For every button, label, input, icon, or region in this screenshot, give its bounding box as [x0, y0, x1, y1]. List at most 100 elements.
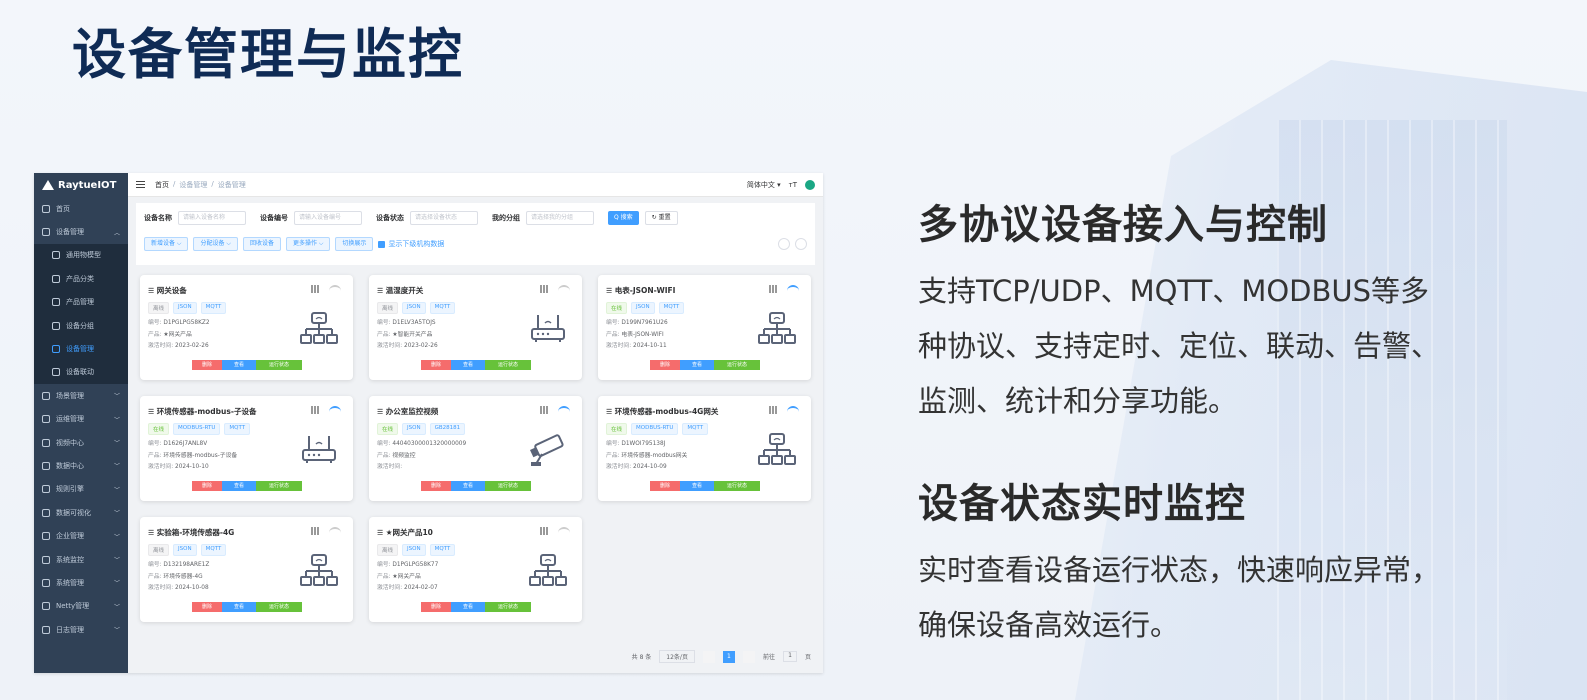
list-icon [52, 345, 60, 354]
view-button[interactable]: 查看 [222, 602, 256, 612]
view-button[interactable]: 查看 [222, 360, 256, 370]
sidebar-item[interactable]: 设备分组 [34, 314, 128, 337]
delete-button[interactable]: 删除 [421, 481, 451, 491]
device-card[interactable]: 电表-JSON-WIFI 在线JSONMQTT 编号: D199N7961U26… [598, 275, 811, 380]
delete-button[interactable]: 删除 [192, 481, 222, 491]
sidebar-item[interactable]: 运维管理 ﹀ [34, 408, 128, 431]
language-select[interactable]: 简体中文 ▾ [747, 180, 781, 190]
font-size-icon[interactable]: ᴛT [789, 181, 797, 189]
prev-page-button[interactable] [702, 650, 715, 663]
view-button[interactable]: 查看 [222, 481, 256, 491]
qrcode-icon[interactable] [540, 285, 548, 293]
device-card[interactable]: ★网关产品10 离线JSONMQTT 编号: D1PGLPG58K77 产品: … [369, 517, 582, 622]
delete-button[interactable]: 删除 [421, 602, 451, 612]
run-status-button[interactable]: 运行状态 [256, 481, 302, 491]
next-page-button[interactable] [742, 650, 755, 663]
sidebar-item[interactable]: 规则引擎 ﹀ [34, 478, 128, 501]
qrcode-icon[interactable] [540, 406, 548, 414]
run-status-button[interactable]: 运行状态 [485, 481, 531, 491]
model-icon [52, 251, 60, 260]
sidebar-item[interactable]: 系统管理 ﹀ [34, 571, 128, 594]
assign-device-button[interactable]: 分配设备 ⌵ [193, 237, 238, 251]
view-button[interactable]: 查看 [451, 481, 485, 491]
current-page[interactable]: 1 [722, 650, 735, 663]
qrcode-icon[interactable] [769, 406, 777, 414]
device-card[interactable]: 环境传感器-modbus-子设备 在线MODBUS-RTUMQTT 编号: D1… [140, 396, 353, 501]
search-toggle-icon[interactable] [778, 238, 790, 250]
device-serial-input[interactable]: 请输入设备编号 [294, 211, 362, 225]
sidebar-item[interactable]: 企业管理 ﹀ [34, 524, 128, 547]
breadcrumb-item[interactable]: 首页 [155, 180, 169, 190]
device-card[interactable]: 温湿度开关 离线JSONMQTT 编号: D1ELV3A5TOJS 产品: ★智… [369, 275, 582, 380]
device-activated: 2024-10-10 [175, 464, 209, 470]
sidebar-item[interactable]: 产品管理 [34, 291, 128, 314]
show-sub-org-checkbox[interactable]: 显示下级机构数据 [378, 239, 444, 249]
reset-button[interactable]: ↻ 重置 [644, 211, 678, 225]
sidebar-item[interactable]: 设备联动 [34, 361, 128, 384]
sidebar-item[interactable]: 通用物模型 [34, 244, 128, 267]
toggle-view-button[interactable]: 切换展示 [335, 237, 374, 251]
sidebar-item[interactable]: 视频中心 ﹀ [34, 431, 128, 454]
delete-button[interactable]: 删除 [650, 481, 680, 491]
qrcode-icon[interactable] [311, 406, 319, 414]
device-card[interactable]: 环境传感器-modbus-4G网关 在线MODBUS-RTUMQTT 编号: D… [598, 396, 811, 501]
sidebar-item-label: 产品管理 [66, 298, 94, 307]
device-product: ★网关产品 [163, 331, 192, 338]
run-status-button[interactable]: 运行状态 [256, 602, 302, 612]
view-button[interactable]: 查看 [680, 481, 714, 491]
device-card[interactable]: 办公室监控视频 在线JSONGB28181 编号: 44040300001320… [369, 396, 582, 501]
more-actions-button[interactable]: 更多操作 ⌵ [285, 237, 331, 251]
avatar[interactable] [805, 179, 815, 190]
device-actions: 删除 查看 运行状态 [192, 360, 302, 370]
product-icon [52, 298, 60, 307]
delete-button[interactable]: 删除 [192, 360, 222, 370]
hamburger-icon[interactable] [136, 181, 145, 188]
wifi-signal-icon [787, 406, 799, 414]
refresh-icon[interactable] [795, 238, 807, 250]
run-status-button[interactable]: 运行状态 [485, 360, 531, 370]
gateway-illustration-icon [757, 432, 797, 468]
run-status-button[interactable]: 运行状态 [256, 360, 302, 370]
device-tag: MQTT [224, 423, 251, 435]
page-size-select[interactable]: 12条/页 [659, 650, 695, 663]
device-actions: 删除 查看 运行状态 [192, 602, 302, 612]
delete-button[interactable]: 删除 [650, 360, 680, 370]
delete-button[interactable]: 删除 [192, 602, 222, 612]
recycle-device-button[interactable]: 回收设备 [242, 237, 281, 251]
sidebar-item[interactable]: 系统监控 ﹀ [34, 548, 128, 571]
qrcode-icon[interactable] [311, 285, 319, 293]
run-status-button[interactable]: 运行状态 [714, 360, 760, 370]
qrcode-icon[interactable] [769, 285, 777, 293]
device-tag: MODBUS-RTU [631, 423, 679, 435]
my-group-select[interactable]: 请选择我的分组 [526, 211, 594, 225]
view-button[interactable]: 查看 [680, 360, 714, 370]
view-button[interactable]: 查看 [451, 360, 485, 370]
netty-icon [42, 602, 50, 611]
run-status-button[interactable]: 运行状态 [485, 602, 531, 612]
device-name-input[interactable]: 请输入设备名称 [178, 211, 246, 225]
chevron-up-icon: ︿ [113, 229, 120, 237]
run-status-button[interactable]: 运行状态 [714, 481, 760, 491]
sidebar-item[interactable]: 场景管理 ﹀ [34, 384, 128, 407]
qrcode-icon[interactable] [540, 527, 548, 535]
sidebar-item[interactable]: 首页 [34, 197, 128, 220]
sidebar-item[interactable]: 设备管理 ︿ [34, 220, 128, 243]
sidebar-item[interactable]: 产品分类 [34, 267, 128, 290]
goto-input[interactable]: 1 [782, 651, 797, 662]
chevron-down-icon: ﹀ [113, 533, 120, 541]
sidebar-item[interactable]: 日志管理 ﹀ [34, 618, 128, 641]
view-button[interactable]: 查看 [451, 602, 485, 612]
device-card[interactable]: 网关设备 离线JSONMQTT 编号: D1PGLPG58KZ2 产品: ★网关… [140, 275, 353, 380]
device-card[interactable]: 实验箱-环境传感器-4G 离线JSONMQTT 编号: D132198ARE1Z… [140, 517, 353, 622]
delete-button[interactable]: 删除 [421, 360, 451, 370]
add-device-button[interactable]: 新增设备 ⌵ [144, 237, 189, 251]
sidebar-item[interactable]: Netty管理 ﹀ [34, 595, 128, 618]
sidebar-item[interactable]: 数据中心 ﹀ [34, 454, 128, 477]
goto-prefix: 前往 [762, 654, 775, 661]
device-status-select[interactable]: 请选择设备状态 [410, 211, 478, 225]
sidebar-item[interactable]: 数据可视化 ﹀ [34, 501, 128, 524]
search-button[interactable]: Q 搜索 [608, 211, 639, 225]
app-logo[interactable]: RaytueIOT [34, 173, 128, 197]
sidebar-item[interactable]: 设备管理 [34, 337, 128, 360]
qrcode-icon[interactable] [311, 527, 319, 535]
